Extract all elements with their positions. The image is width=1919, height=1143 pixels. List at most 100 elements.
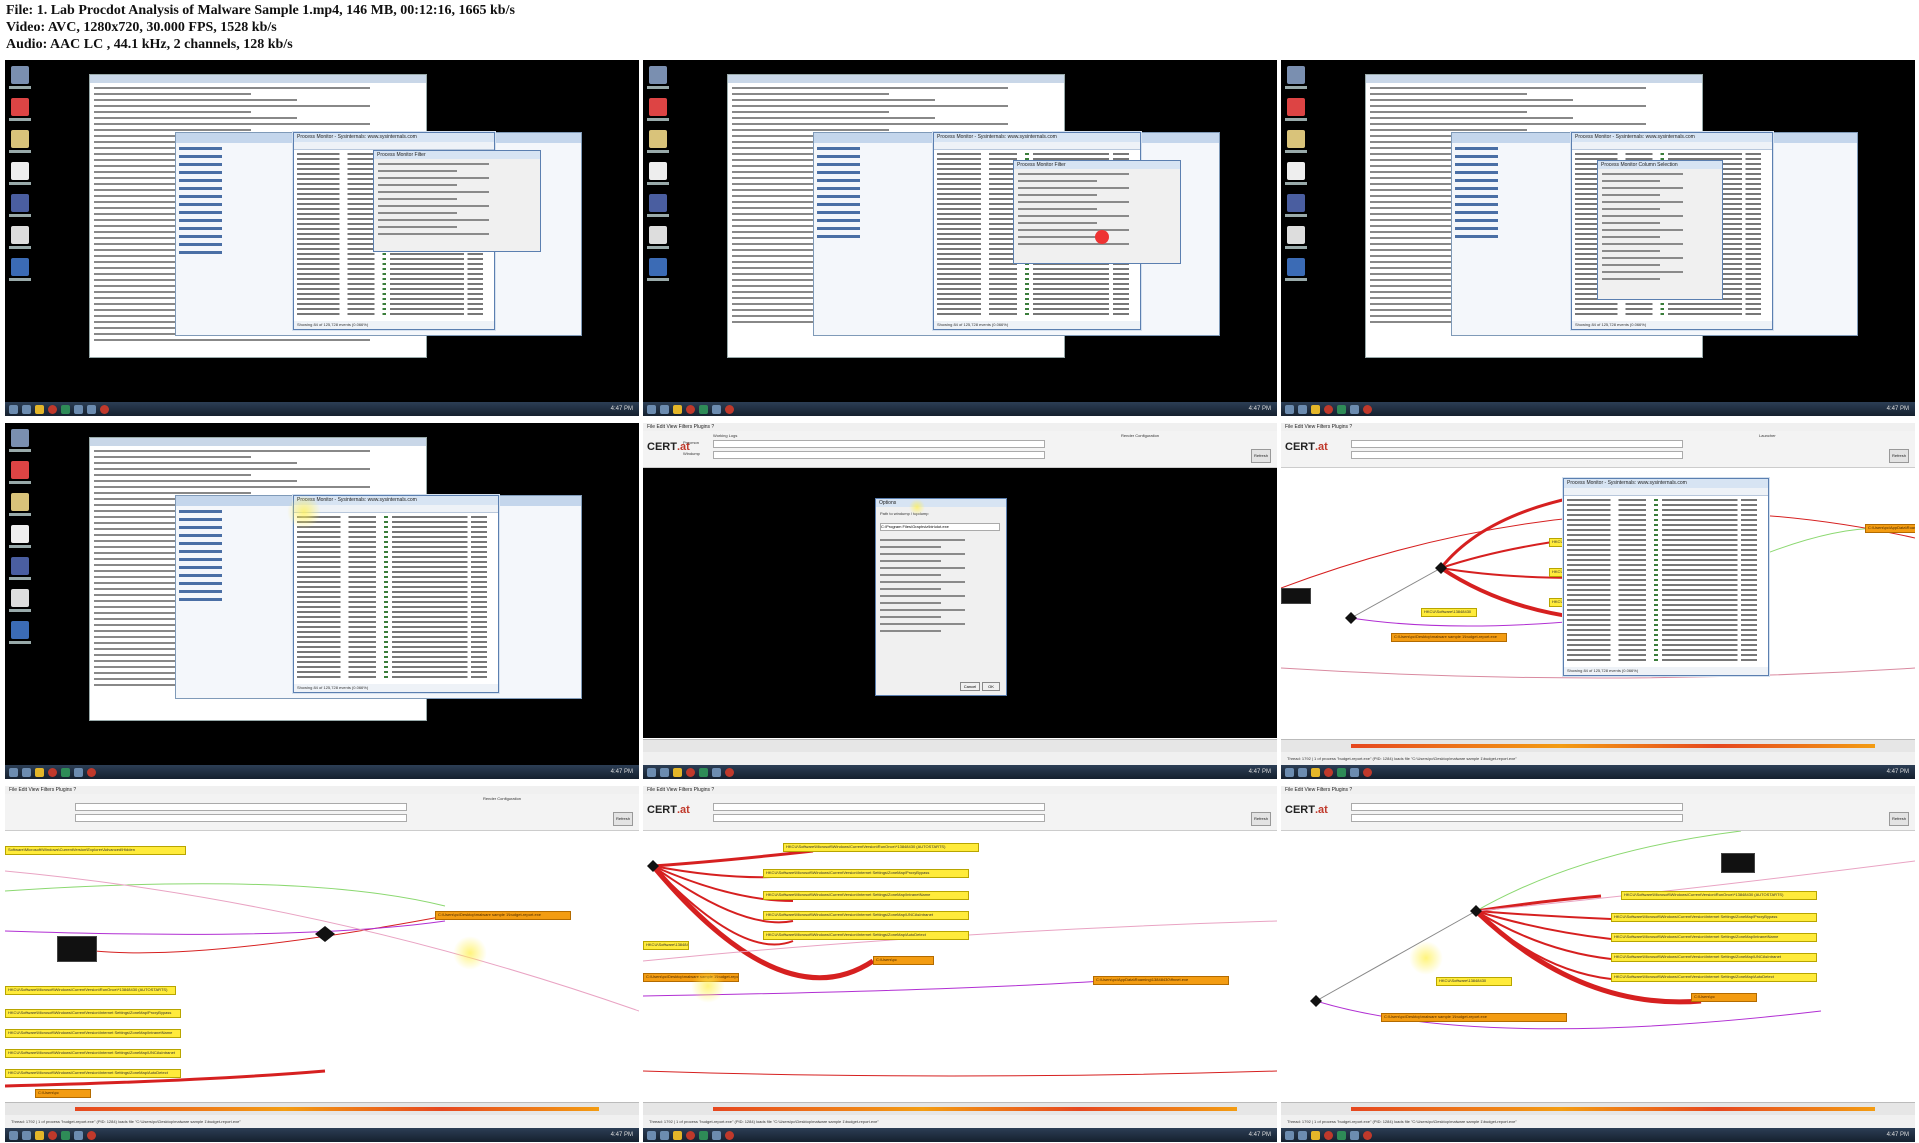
app-icon[interactable] bbox=[9, 258, 31, 281]
procmon-input[interactable] bbox=[713, 440, 1045, 448]
filter-dialog[interactable]: Process Monitor Filter bbox=[373, 150, 541, 252]
timeline[interactable] bbox=[643, 739, 1277, 752]
timeline[interactable] bbox=[5, 1102, 639, 1115]
explorer-icon[interactable] bbox=[35, 404, 44, 414]
folder-icon[interactable] bbox=[9, 493, 31, 516]
refresh-button[interactable]: Refresh bbox=[1251, 812, 1271, 826]
java-icon[interactable] bbox=[647, 226, 669, 249]
registry-node[interactable]: HKCU\Software\Microsoft\Windows\CurrentV… bbox=[5, 1029, 181, 1038]
procdot-graph[interactable]: HKCU\Software\Microsoft\Windows\CurrentV… bbox=[1281, 831, 1915, 1101]
file-node[interactable]: C:\Users\pc\Desktop\malware sample 1\bud… bbox=[435, 911, 571, 920]
procdot-graph[interactable]: Software\Microsoft\Windows\CurrentVersio… bbox=[5, 831, 639, 1101]
registry-node[interactable]: HKCU\Software\Microsoft\Windows\CurrentV… bbox=[763, 869, 969, 878]
registry-node[interactable]: HKCU\Software\Microsoft\Windows\CurrentV… bbox=[5, 986, 176, 995]
procdot-menu[interactable]: File Edit View Filters Plugins ? bbox=[1281, 786, 1915, 794]
chrome-icon[interactable] bbox=[9, 461, 31, 484]
process-node[interactable] bbox=[1721, 853, 1755, 873]
shortcut-icon[interactable] bbox=[9, 194, 31, 217]
procmon-toolbar[interactable] bbox=[1564, 488, 1768, 496]
document-icon[interactable] bbox=[647, 162, 669, 185]
registry-node[interactable]: HKCU\Software\13848430 bbox=[1421, 608, 1477, 617]
refresh-button[interactable]: Refresh bbox=[1889, 812, 1909, 826]
procdot-menu[interactable]: File Edit View Filters Plugins ? bbox=[5, 786, 639, 794]
chrome-icon[interactable] bbox=[9, 98, 31, 121]
thumbnail-1[interactable]: Process Monitor - Sysinternals: www.sysi… bbox=[5, 60, 639, 416]
folder-icon[interactable] bbox=[1285, 130, 1307, 153]
thumbnail-3[interactable]: Process Monitor - Sysinternals: www.sysi… bbox=[1281, 60, 1915, 416]
cancel-button[interactable]: Cancel bbox=[960, 682, 980, 691]
windump-input[interactable] bbox=[713, 451, 1045, 459]
timeline[interactable] bbox=[643, 1102, 1277, 1115]
windump-input[interactable] bbox=[75, 814, 407, 822]
filter-dialog[interactable]: Process Monitor Filter bbox=[1013, 160, 1181, 264]
windump-input[interactable] bbox=[1351, 814, 1683, 822]
procmon-toolbar[interactable] bbox=[934, 142, 1140, 150]
process-node[interactable] bbox=[1281, 588, 1311, 604]
file-node[interactable]: C:\Users\pc\AppData\Roaming\13848430\ffn… bbox=[1093, 976, 1229, 985]
chrome-icon[interactable] bbox=[647, 98, 669, 121]
windump-input[interactable] bbox=[713, 814, 1045, 822]
shortcut-icon[interactable] bbox=[647, 194, 669, 217]
thumbnail-8[interactable]: File Edit View Filters Plugins ? CERT.at… bbox=[643, 786, 1277, 1142]
registry-node[interactable]: HKCU\Software\Microsoft\Windows\CurrentV… bbox=[1611, 953, 1817, 962]
procmon-input[interactable] bbox=[1351, 803, 1683, 811]
recycle-bin-icon[interactable] bbox=[647, 66, 669, 89]
file-node[interactable]: C:\Users\pc\Desktop\malware sample 1\bud… bbox=[1381, 1013, 1567, 1022]
chrome-icon[interactable] bbox=[1285, 98, 1307, 121]
app-icon[interactable] bbox=[647, 258, 669, 281]
file-node[interactable]: C:\Users\pc bbox=[1691, 993, 1757, 1002]
procmon-input[interactable] bbox=[75, 803, 407, 811]
path-input[interactable]: C:\Program Files\Graphviz\bin\dot.exe bbox=[880, 523, 1000, 531]
timeline[interactable] bbox=[1281, 1102, 1915, 1115]
process-node[interactable] bbox=[57, 936, 97, 962]
procmon-window[interactable]: Process Monitor - Sysinternals: www.sysi… bbox=[293, 495, 499, 693]
timeline[interactable] bbox=[1281, 739, 1915, 752]
registry-node[interactable]: HKCU\Software\Microsoft\Windows\CurrentV… bbox=[5, 1009, 181, 1018]
procdot-graph[interactable]: HKCU\Software\Microsoft\Windows\CurrentV… bbox=[643, 831, 1277, 1101]
document-icon[interactable] bbox=[9, 162, 31, 185]
thumbnail-2[interactable]: Process Monitor - Sysinternals: www.sysi… bbox=[643, 60, 1277, 416]
recycle-bin-icon[interactable] bbox=[9, 66, 31, 89]
document-icon[interactable] bbox=[9, 525, 31, 548]
shortcut-icon[interactable] bbox=[9, 557, 31, 580]
procmon-toolbar[interactable] bbox=[1572, 142, 1772, 150]
file-node[interactable]: C:\Users\pc bbox=[35, 1089, 91, 1098]
procdot-menu[interactable]: File Edit View Filters Plugins ? bbox=[1281, 423, 1915, 431]
app-icon[interactable] bbox=[61, 404, 70, 414]
java-icon[interactable] bbox=[9, 226, 31, 249]
refresh-button[interactable]: Refresh bbox=[1251, 449, 1271, 463]
app-icon[interactable] bbox=[9, 621, 31, 644]
app-icon[interactable] bbox=[100, 404, 109, 414]
file-node[interactable]: C:\Users\pc\AppData\Roaming\13848430\ffn… bbox=[1865, 524, 1915, 533]
registry-node[interactable]: HKCU\Software\Microsoft\Windows\CurrentV… bbox=[1611, 973, 1817, 982]
shortcut-icon[interactable] bbox=[1285, 194, 1307, 217]
java-icon[interactable] bbox=[9, 589, 31, 612]
registry-node[interactable]: HKCU\Software\Microsoft\Windows\CurrentV… bbox=[5, 1069, 181, 1078]
registry-node[interactable]: HKCU\Software\Microsoft\Windows\CurrentV… bbox=[1611, 933, 1817, 942]
file-node[interactable]: C:\Users\pc bbox=[873, 956, 934, 965]
chrome-icon[interactable] bbox=[48, 404, 57, 414]
recycle-bin-icon[interactable] bbox=[9, 429, 31, 452]
registry-node[interactable]: HKCU\Software\Microsoft\Windows\CurrentV… bbox=[783, 843, 979, 852]
recycle-bin-icon[interactable] bbox=[1285, 66, 1307, 89]
ok-button[interactable]: OK bbox=[982, 682, 1000, 691]
app-icon[interactable] bbox=[87, 404, 96, 414]
refresh-button[interactable]: Refresh bbox=[1889, 449, 1909, 463]
thumbnail-4[interactable]: Process Monitor - Sysinternals: www.sysi… bbox=[5, 423, 639, 779]
registry-node[interactable]: HKCU\Software\Microsoft\Windows\CurrentV… bbox=[763, 911, 969, 920]
procmon-toolbar[interactable] bbox=[294, 505, 498, 513]
start-icon[interactable] bbox=[9, 404, 18, 414]
registry-node[interactable]: HKCU\Software\Microsoft\Windows\CurrentV… bbox=[1621, 891, 1817, 900]
folder-icon[interactable] bbox=[647, 130, 669, 153]
ie-icon[interactable] bbox=[22, 404, 31, 414]
procmon-toolbar[interactable] bbox=[294, 142, 494, 150]
procmon-input[interactable] bbox=[1351, 440, 1683, 448]
registry-node[interactable]: HKCU\Software\Microsoft\Windows\CurrentV… bbox=[5, 1049, 181, 1058]
registry-node[interactable]: HKCU\Software\13848430 bbox=[1436, 977, 1512, 986]
thumbnail-5[interactable]: File Edit View Filters Plugins ? CERT.at… bbox=[643, 423, 1277, 779]
java-icon[interactable] bbox=[1285, 226, 1307, 249]
registry-node[interactable]: HKCU\Software\Microsoft\Windows\CurrentV… bbox=[1611, 913, 1817, 922]
file-node[interactable]: C:\Users\pc\Desktop\malware sample 1\bud… bbox=[1391, 633, 1507, 642]
registry-node[interactable]: HKCU\Software\13848430 bbox=[643, 941, 689, 950]
column-selection-dialog[interactable]: Process Monitor Column Selection bbox=[1597, 160, 1723, 300]
